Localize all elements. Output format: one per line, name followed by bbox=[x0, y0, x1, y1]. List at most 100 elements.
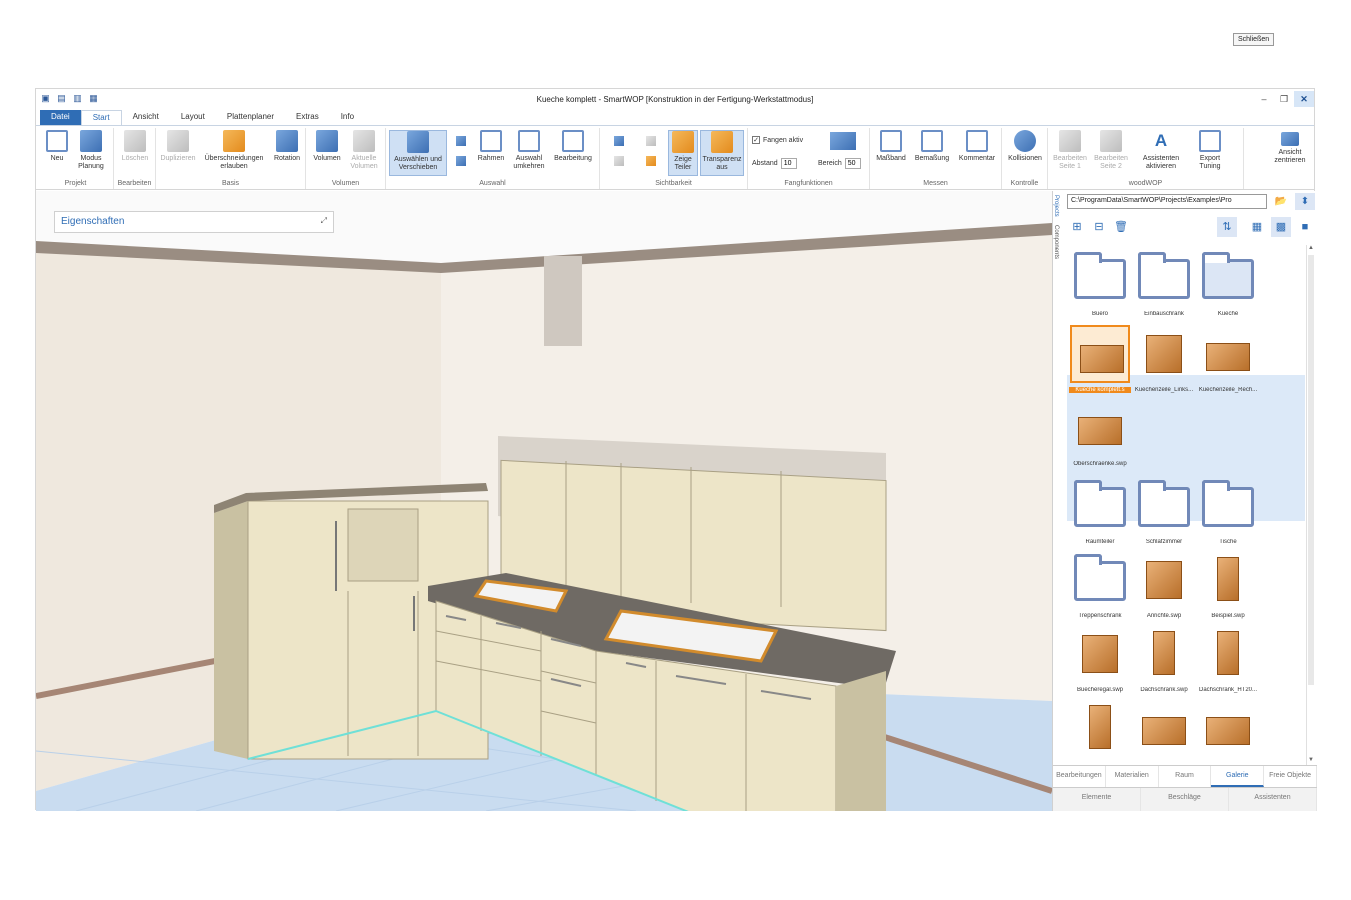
gallery-item-partial[interactable] bbox=[1197, 699, 1259, 761]
cabinet-thumbnail bbox=[1146, 335, 1182, 373]
range-input[interactable] bbox=[844, 158, 861, 169]
tape-measure-button[interactable]: Maßband bbox=[872, 130, 910, 163]
rotation-button[interactable]: Rotation bbox=[270, 130, 304, 163]
tab-raum[interactable]: Raum bbox=[1159, 766, 1212, 787]
tab-projects[interactable]: Projects bbox=[1053, 191, 1059, 221]
folder-raumteiler[interactable]: Raumteiler bbox=[1069, 477, 1131, 545]
dimension-button[interactable]: Bemaßung bbox=[912, 130, 952, 163]
gallery-item-partial[interactable] bbox=[1069, 699, 1131, 761]
path-dropdown[interactable]: C:\ProgramData\SmartWOP\Projects\Example… bbox=[1067, 194, 1267, 209]
trash-icon[interactable]: 🗑 bbox=[1111, 217, 1131, 237]
remove-selection-icon[interactable] bbox=[456, 156, 466, 166]
current-volume-button[interactable]: Aktuelle Volumen bbox=[346, 130, 382, 171]
small-grid-icon[interactable]: ▦ bbox=[1247, 217, 1267, 237]
tab-layout[interactable]: Layout bbox=[170, 110, 216, 125]
modus-planung-button[interactable]: Modus Planung bbox=[74, 130, 108, 171]
tab-plattenplaner[interactable]: Plattenplaner bbox=[216, 110, 285, 125]
tape-icon bbox=[880, 130, 902, 152]
comment-button[interactable]: Kommentar bbox=[954, 130, 1000, 163]
overlap-button[interactable]: Überschneidungen erlauben bbox=[200, 130, 268, 171]
folder-schlafzimmer[interactable]: Schlafzimmer bbox=[1133, 477, 1195, 545]
gallery-scrollbar[interactable]: ▲ ▼ bbox=[1306, 245, 1314, 765]
folder-buero[interactable]: Buero bbox=[1069, 249, 1131, 317]
tab-components[interactable]: Components bbox=[1053, 221, 1059, 263]
file-kueche-komplett[interactable]: Kueche komplett.s bbox=[1069, 325, 1131, 393]
select-move-button[interactable]: Auswählen und Verschieben bbox=[389, 130, 447, 176]
restore-button[interactable]: ❐ bbox=[1274, 91, 1294, 107]
file-buecheregal[interactable]: Buecheregal.swp bbox=[1069, 625, 1131, 693]
new-button[interactable]: Neu bbox=[42, 130, 72, 163]
gallery-item-partial[interactable] bbox=[1133, 699, 1195, 761]
tab-extras[interactable]: Extras bbox=[285, 110, 330, 125]
snap-active-toggle[interactable]: ✓ Fangen aktiv bbox=[752, 136, 803, 144]
folder-icon bbox=[1074, 252, 1126, 299]
hide-icon[interactable] bbox=[646, 136, 656, 146]
file-dachschrank[interactable]: Dachschrank.swp bbox=[1133, 625, 1195, 693]
tab-elemente[interactable]: Elemente bbox=[1053, 788, 1141, 811]
export-tuning-button[interactable]: Export Tuning bbox=[1190, 130, 1230, 171]
pin-panel-icon[interactable]: ⬍ bbox=[1295, 193, 1315, 210]
view-grid-icon[interactable] bbox=[614, 136, 624, 146]
file-kuechenzeile-rechts[interactable]: Kuechenzeile_Rech... bbox=[1197, 325, 1259, 393]
folder-einbauschrank[interactable]: Einbauschrank bbox=[1133, 249, 1195, 317]
open-folder-icon[interactable]: 📂 bbox=[1271, 193, 1291, 210]
scroll-up-icon[interactable]: ▲ bbox=[1307, 245, 1315, 253]
edit-page2-button[interactable]: Bearbeiten Seite 2 bbox=[1092, 130, 1130, 171]
3d-viewport[interactable]: Eigenschaften ⤢ bbox=[36, 191, 1052, 811]
center-view-button[interactable]: Ansicht zentrieren bbox=[1268, 132, 1312, 165]
folder-treppenschrank[interactable]: Treppenschrank bbox=[1069, 551, 1131, 619]
highlight-icon[interactable] bbox=[646, 156, 656, 166]
properties-panel[interactable]: Eigenschaften ⤢ bbox=[54, 211, 334, 233]
tab-datei[interactable]: Datei bbox=[40, 110, 81, 125]
folder-tische[interactable]: Tische bbox=[1197, 477, 1259, 545]
distance-input[interactable] bbox=[780, 158, 797, 169]
invert-selection-button[interactable]: Auswahl umkehren bbox=[510, 130, 548, 171]
collisions-button[interactable]: Kollisionen bbox=[1004, 130, 1046, 163]
show-dividers-button[interactable]: Zeige Teiler bbox=[668, 130, 698, 176]
tab-assistenten[interactable]: Assistenten bbox=[1229, 788, 1317, 811]
rename-icon[interactable]: ⊟ bbox=[1089, 217, 1109, 237]
tab-start[interactable]: Start bbox=[80, 110, 122, 125]
tab-materialien[interactable]: Materialien bbox=[1106, 766, 1159, 787]
file-oberschraenke[interactable]: Oberschraenke.swp bbox=[1069, 399, 1131, 467]
tab-info[interactable]: Info bbox=[330, 110, 365, 125]
group-woodwop: Bearbeiten Seite 1 Bearbeiten Seite 2 AA… bbox=[1048, 128, 1244, 189]
page-icon bbox=[1059, 130, 1081, 152]
file-anrichte[interactable]: Anrichte.swp bbox=[1133, 551, 1195, 619]
file-dachschrank-ht20[interactable]: Dachschrank_HT20... bbox=[1197, 625, 1259, 693]
folder-icon bbox=[1138, 252, 1190, 299]
move-arrows-icon bbox=[407, 131, 429, 153]
tab-bearbeitungen[interactable]: Bearbeitungen bbox=[1053, 766, 1106, 787]
activate-assistants-button[interactable]: A Assistenten aktivieren bbox=[1136, 130, 1186, 171]
pin-icon[interactable]: ⤢ bbox=[321, 216, 327, 226]
view-list-icon[interactable] bbox=[614, 156, 624, 166]
minimize-button[interactable]: – bbox=[1254, 91, 1274, 107]
close-button[interactable]: ✕ bbox=[1294, 91, 1314, 107]
tab-ansicht[interactable]: Ansicht bbox=[122, 110, 170, 125]
transparency-button[interactable]: Transparenz aus bbox=[700, 130, 744, 176]
magnet-icon[interactable] bbox=[830, 132, 856, 150]
sort-az-icon[interactable]: ⇅ bbox=[1217, 217, 1237, 237]
kitchen-3d-scene[interactable] bbox=[36, 191, 1052, 811]
scroll-down-icon[interactable]: ▼ bbox=[1307, 757, 1315, 765]
list-view-icon[interactable]: ■ bbox=[1295, 217, 1315, 237]
new-folder-icon[interactable]: ⊞ bbox=[1067, 217, 1087, 237]
duplicate-button[interactable]: Duplizieren bbox=[158, 130, 198, 163]
delete-button[interactable]: Löschen bbox=[120, 130, 150, 163]
dimension-icon bbox=[921, 130, 943, 152]
gallery-panel: Projects Components C:\ProgramData\Smart… bbox=[1052, 191, 1317, 811]
properties-title: Eigenschaften bbox=[61, 216, 125, 227]
tab-freie-objekte[interactable]: Freie Objekte bbox=[1264, 766, 1317, 787]
folder-kueche[interactable]: Kueche bbox=[1197, 249, 1259, 317]
frame-button[interactable]: Rahmen bbox=[474, 130, 508, 163]
edit-page1-button[interactable]: Bearbeiten Seite 1 bbox=[1050, 130, 1090, 171]
file-kuechenzeile-links[interactable]: Kuechenzeile_Links... bbox=[1133, 325, 1195, 393]
large-grid-icon[interactable]: ▩ bbox=[1271, 217, 1291, 237]
scroll-thumb[interactable] bbox=[1308, 255, 1314, 685]
processing-button[interactable]: Bearbeitung bbox=[550, 130, 596, 163]
add-selection-icon[interactable] bbox=[456, 136, 466, 146]
file-beispiel[interactable]: Beispiel.swp bbox=[1197, 551, 1259, 619]
tab-beschlaege[interactable]: Beschläge bbox=[1141, 788, 1229, 811]
tab-galerie[interactable]: Galerie bbox=[1211, 766, 1265, 787]
volume-button[interactable]: Volumen bbox=[310, 130, 344, 163]
